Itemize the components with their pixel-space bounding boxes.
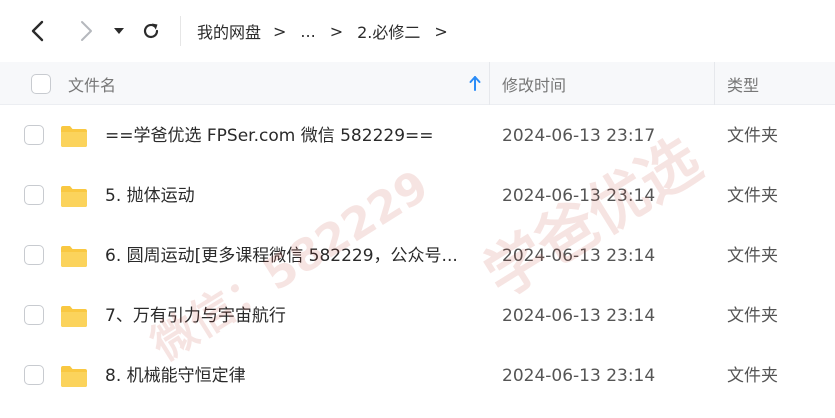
- row-checkbox[interactable]: [24, 125, 44, 145]
- navigation-toolbar: 我的网盘 > ... > 2.必修二 >: [0, 0, 835, 62]
- forward-button[interactable]: [70, 16, 102, 46]
- file-row[interactable]: 8. 机械能守恒定律 2024-06-13 23:14 文件夹: [0, 346, 835, 406]
- file-name[interactable]: 5. 抛体运动: [105, 166, 195, 226]
- folder-icon: [61, 126, 87, 147]
- file-type: 文件夹: [727, 306, 778, 326]
- file-name[interactable]: 7、万有引力与宇宙航行: [105, 286, 286, 346]
- column-divider[interactable]: [489, 62, 490, 105]
- column-divider[interactable]: [714, 62, 715, 105]
- folder-icon: [61, 186, 87, 207]
- toolbar-divider: [180, 16, 181, 46]
- file-name[interactable]: 6. 圆周运动[更多课程微信 582229，公众号...: [105, 226, 458, 286]
- refresh-icon: [143, 23, 159, 39]
- folder-icon: [61, 306, 87, 327]
- file-row[interactable]: 6. 圆周运动[更多课程微信 582229，公众号... 2024-06-13 2…: [0, 226, 835, 286]
- file-row[interactable]: ==学爸优选 FPSer.com 微信 582229== 2024-06-13 2…: [0, 106, 835, 166]
- file-type: 文件夹: [727, 126, 778, 146]
- file-type: 文件夹: [727, 366, 778, 386]
- file-row[interactable]: 5. 抛体运动 2024-06-13 23:14 文件夹: [0, 166, 835, 226]
- back-button[interactable]: [22, 16, 54, 46]
- row-checkbox[interactable]: [24, 185, 44, 205]
- breadcrumb-item-root[interactable]: 我的网盘: [197, 19, 261, 43]
- file-row[interactable]: 7、万有引力与宇宙航行 2024-06-13 23:14 文件夹: [0, 286, 835, 346]
- breadcrumb-item-ellipsis[interactable]: ...: [300, 22, 315, 41]
- file-type: 文件夹: [727, 246, 778, 266]
- column-header-modified[interactable]: 修改时间: [502, 62, 566, 105]
- row-checkbox[interactable]: [24, 305, 44, 325]
- chevron-right-icon: [81, 21, 92, 41]
- column-header-type[interactable]: 类型: [727, 62, 759, 105]
- file-modified-time: 2024-06-13 23:14: [502, 246, 656, 266]
- folder-icon: [61, 366, 87, 387]
- breadcrumb-separator: >: [434, 21, 448, 41]
- breadcrumb: 我的网盘 > ... > 2.必修二 >: [197, 16, 462, 46]
- select-all-checkbox[interactable]: [31, 74, 51, 94]
- file-name[interactable]: 8. 机械能守恒定律: [105, 346, 246, 406]
- file-modified-time: 2024-06-13 23:14: [502, 366, 656, 386]
- sort-ascending-icon[interactable]: [466, 74, 484, 94]
- column-header-name[interactable]: 文件名: [68, 62, 116, 105]
- chevron-left-icon: [31, 20, 44, 42]
- row-checkbox[interactable]: [24, 245, 44, 265]
- row-checkbox[interactable]: [24, 365, 44, 385]
- caret-down-icon: [114, 28, 124, 34]
- file-modified-time: 2024-06-13 23:14: [502, 306, 656, 326]
- file-modified-time: 2024-06-13 23:17: [502, 126, 656, 146]
- file-modified-time: 2024-06-13 23:14: [502, 186, 656, 206]
- file-type: 文件夹: [727, 186, 778, 206]
- file-list-header: 文件名 修改时间 类型: [0, 62, 835, 105]
- file-name[interactable]: ==学爸优选 FPSer.com 微信 582229==: [105, 106, 434, 166]
- history-dropdown-button[interactable]: [108, 16, 130, 46]
- folder-icon: [61, 246, 87, 267]
- breadcrumb-separator: >: [329, 21, 344, 41]
- refresh-button[interactable]: [136, 16, 166, 46]
- breadcrumb-separator: >: [273, 21, 287, 41]
- breadcrumb-item-current[interactable]: 2.必修二: [357, 19, 420, 43]
